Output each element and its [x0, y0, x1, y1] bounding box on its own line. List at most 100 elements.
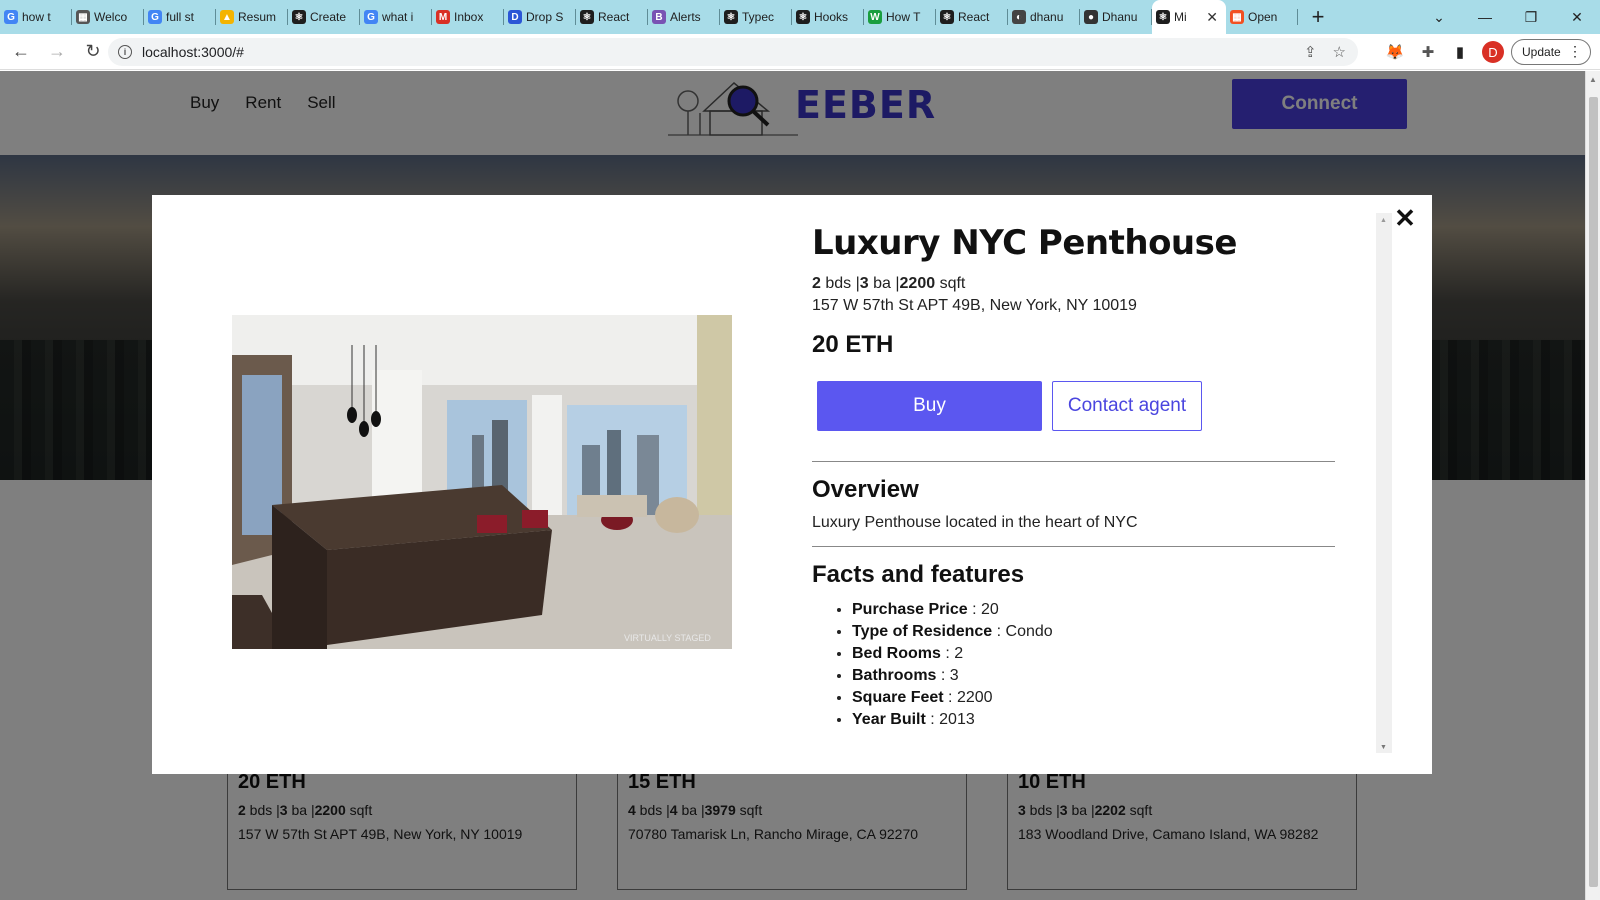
tab-favicon-icon: ⚛ — [292, 10, 306, 24]
browser-tab[interactable]: ⚛ Mi ✕ — [1152, 0, 1226, 34]
browser-tab[interactable]: ▦ Welco — [72, 0, 144, 34]
minimize-button[interactable]: — — [1462, 0, 1508, 34]
tab-title: How T — [886, 10, 921, 24]
tab-favicon-icon: ⚛ — [1156, 10, 1170, 24]
close-window-button[interactable]: ✕ — [1554, 0, 1600, 34]
tab-title: full st — [166, 10, 195, 24]
metamask-icon[interactable]: 🦊 — [1385, 42, 1405, 62]
divider — [812, 461, 1335, 462]
tab-search-icon[interactable]: ⌄ — [1416, 0, 1462, 34]
tab-title: Mi — [1174, 10, 1187, 24]
browser-tab[interactable]: ▲ Resum — [216, 0, 288, 34]
new-tab-button[interactable]: + — [1300, 4, 1336, 30]
address-bar[interactable]: i localhost:3000/# ⇪ ☆ — [108, 38, 1358, 66]
fact-purchase-price: Purchase Price : 20 — [852, 599, 1352, 621]
tab-favicon-icon: ⚛ — [580, 10, 594, 24]
facts-heading: Facts and features — [812, 561, 1025, 588]
browser-tab[interactable]: M Inbox — [432, 0, 504, 34]
browser-tab[interactable]: Gfull st — [144, 0, 216, 34]
tab-favicon-icon: D — [508, 10, 522, 24]
penthouse-interior-image: VIRTUALLY STAGED — [232, 315, 732, 649]
browser-tab[interactable]: Ghow t — [0, 0, 72, 34]
tab-title: what i — [382, 10, 414, 24]
profile-avatar[interactable]: D — [1482, 41, 1504, 63]
scroll-up-icon[interactable]: ▲ — [1589, 75, 1597, 84]
tab-favicon-icon: ▦ — [1230, 10, 1244, 24]
browser-tab[interactable]: ⚛ React — [576, 0, 648, 34]
tab-title: Inbox — [454, 10, 484, 24]
tab-list: Ghow t ▦ Welco Gfull st ▲ Resum ⚛ Create Gwhat i… — [0, 0, 1298, 34]
overview-heading: Overview — [812, 476, 919, 503]
modal-scroll-down-icon[interactable]: ▼ — [1380, 744, 1387, 751]
property-address: 157 W 57th St APT 49B, New York, NY 1001… — [812, 297, 1137, 314]
tab-favicon-icon: G — [364, 10, 378, 24]
browser-tab[interactable]: ● Dhanu — [1080, 0, 1152, 34]
forward-icon[interactable]: → — [42, 37, 72, 67]
browser-tab[interactable]: B Alerts — [648, 0, 720, 34]
update-button[interactable]: Update ⋮ — [1511, 39, 1591, 65]
property-modal: VIRTUALLY STAGED Luxury NYC Penthouse 2 … — [152, 195, 1432, 774]
page-scroll-thumb[interactable] — [1589, 97, 1598, 887]
fact-bed-rooms: Bed Rooms : 2 — [852, 643, 1352, 665]
tab-favicon-icon: G — [148, 10, 162, 24]
property-title: Luxury NYC Penthouse — [812, 223, 1237, 263]
site-info-icon[interactable]: i — [118, 45, 132, 59]
browser-tab-strip: Ghow t ▦ Welco Gfull st ▲ Resum ⚛ Create Gwhat i… — [0, 0, 1600, 34]
side-panel-icon[interactable]: ▮ — [1450, 42, 1470, 62]
property-specs: 2 bds |3 ba |2200 sqft — [812, 275, 966, 292]
fact-residence-type: Type of Residence : Condo — [852, 621, 1352, 643]
property-actions: Buy Contact agent — [817, 381, 1352, 431]
tab-title: dhanu — [1030, 10, 1064, 24]
tab-favicon-icon: M — [436, 10, 450, 24]
browser-toolbar: ← → ↻ i localhost:3000/# ⇪ ☆ 🦊 ✚ ▮ — [0, 34, 1600, 70]
share-icon[interactable]: ⇪ — [1304, 43, 1317, 61]
property-details: Luxury NYC Penthouse 2 bds |3 ba |2200 s… — [812, 223, 1352, 731]
tab-favicon-icon: ▦ — [76, 10, 90, 24]
browser-tab[interactable]: ⚛ React — [936, 0, 1008, 34]
contact-agent-button[interactable]: Contact agent — [1052, 381, 1202, 431]
browser-tab[interactable]: ▦ Open — [1226, 0, 1298, 34]
browser-tab[interactable]: ⚛ Typec — [720, 0, 792, 34]
browser-tab[interactable]: W How T — [864, 0, 936, 34]
bookmark-star-icon[interactable]: ☆ — [1333, 43, 1346, 61]
tab-favicon-icon: ▲ — [220, 10, 234, 24]
tab-title: how t — [22, 10, 51, 24]
tab-title: Create — [310, 10, 347, 24]
more-menu-icon[interactable]: ⋮ — [1568, 43, 1582, 60]
tab-title: Welco — [94, 10, 128, 24]
tab-favicon-icon: W — [868, 10, 882, 24]
tab-title: Resum — [238, 10, 277, 24]
restore-button[interactable]: ❐ — [1508, 0, 1554, 34]
tab-title: Drop S — [526, 10, 564, 24]
tab-favicon-icon: B — [652, 10, 666, 24]
tab-title: React — [958, 10, 990, 24]
tab-title: Hooks — [814, 10, 849, 24]
tab-favicon-icon: ◐ — [1012, 10, 1026, 24]
fact-bathrooms: Bathrooms : 3 — [852, 665, 1352, 687]
modal-scrollbar[interactable]: ▲ ▼ — [1376, 213, 1392, 753]
back-icon[interactable]: ← — [6, 37, 36, 67]
reload-icon[interactable]: ↻ — [78, 37, 108, 67]
browser-tab[interactable]: Gwhat i — [360, 0, 432, 34]
tab-close-icon[interactable]: ✕ — [1206, 9, 1218, 26]
tab-title: React — [598, 10, 630, 24]
fact-year-built: Year Built : 2013 — [852, 709, 1352, 731]
tab-title: Open — [1248, 10, 1278, 24]
browser-tab[interactable]: ⚛ Hooks — [792, 0, 864, 34]
image-watermark: VIRTUALLY STAGED — [624, 633, 711, 643]
url-text: localhost:3000/# — [142, 44, 244, 60]
browser-tab[interactable]: ⚛ Create — [288, 0, 360, 34]
buy-button[interactable]: Buy — [817, 381, 1042, 431]
tab-favicon-icon: G — [4, 10, 18, 24]
modal-scroll-up-icon[interactable]: ▲ — [1380, 217, 1387, 224]
tab-favicon-icon: ⚛ — [796, 10, 810, 24]
close-icon[interactable]: ✕ — [1392, 203, 1418, 233]
update-label: Update — [1522, 45, 1561, 59]
overview-text: Luxury Penthouse located in the heart of… — [812, 514, 1138, 531]
tab-title: Dhanu — [1102, 10, 1138, 24]
browser-tab[interactable]: ◐ dhanu — [1008, 0, 1080, 34]
divider — [812, 546, 1335, 547]
browser-tab[interactable]: D Drop S — [504, 0, 576, 34]
extensions-puzzle-icon[interactable]: ✚ — [1418, 42, 1438, 62]
page-scrollbar[interactable]: ▲ — [1585, 71, 1600, 900]
